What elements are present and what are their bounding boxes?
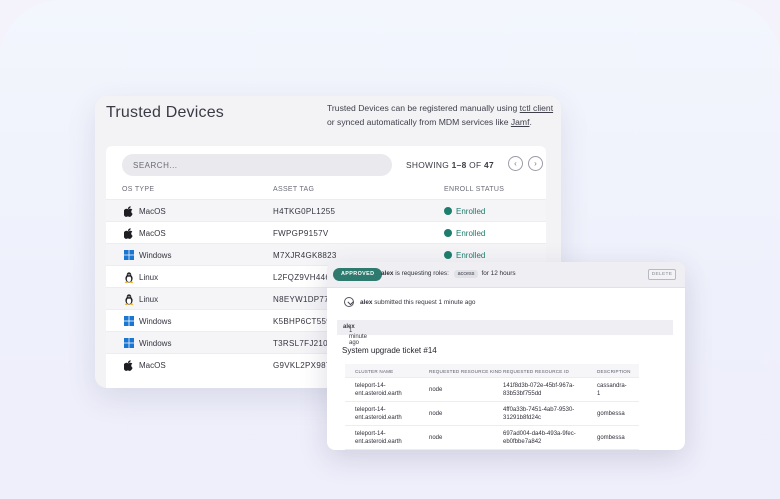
page-title: Trusted Devices	[106, 104, 224, 121]
resource-id: 697ad004-da4b-493a-9fec-eb0fbbe7a842	[503, 431, 576, 445]
os-name: MacOS	[139, 229, 166, 238]
cluster-name: teleport-14- ent.asteroid.earth	[355, 383, 402, 397]
submitted-line: alex submitted this request 1 minute ago	[360, 299, 475, 306]
search-input[interactable]: SEARCH...	[122, 154, 392, 176]
resources-table-body: teleport-14- ent.asteroid.earth node 141f8d…	[345, 378, 639, 450]
asset-tag: K5BHP6CT559	[273, 317, 331, 326]
table-row[interactable]: MacOS H4TKG0PL1255 Enrolled	[106, 199, 546, 221]
resource-kind: node	[429, 411, 443, 417]
asset-tag: N8EYW1DP77	[273, 295, 329, 304]
resource-description: cassandra- 1	[597, 383, 627, 397]
windows-icon	[124, 338, 134, 348]
table-row: teleport-14- ent.asteroid.earth node 141f8d…	[345, 378, 639, 402]
collapse-toggle[interactable]	[344, 297, 354, 307]
resources-table-header: CLUSTER NAME REQUESTED RESOURCE KIND REQ…	[345, 364, 639, 378]
enroll-status: Enrolled	[456, 229, 486, 238]
column-resource-id: REQUESTED RESOURCE ID	[503, 369, 569, 374]
column-description: DESCRIPTION	[597, 369, 631, 374]
chevron-left-icon: ‹	[514, 159, 517, 168]
asset-tag: L2FQZ9VH4463	[273, 273, 335, 282]
os-name: MacOS	[139, 207, 166, 216]
asset-tag: G9VKL2PX987	[273, 361, 331, 370]
request-summary: alex is requesting roles: access for 12 h…	[381, 270, 516, 278]
status-dot	[444, 251, 452, 259]
column-cluster-name: CLUSTER NAME	[355, 369, 394, 374]
requester-name: alex	[381, 270, 394, 277]
table-header: OS TYPE ASSET TAG ENROLL STATUS	[106, 181, 546, 199]
column-os-type[interactable]: OS TYPE	[122, 186, 154, 193]
chevron-down-icon	[346, 300, 354, 305]
resource-id: 4ff0a33b-7451-4ab7-9530- 31291b8fd24c	[503, 407, 575, 421]
windows-icon	[124, 316, 134, 326]
tctl-client-link[interactable]: tctl client	[520, 103, 553, 113]
apple-icon	[123, 206, 134, 217]
submitted-user: alex	[360, 299, 373, 306]
os-name: MacOS	[139, 361, 166, 370]
os-name: Linux	[139, 273, 159, 282]
os-name: Windows	[139, 317, 172, 326]
devices-description: Trusted Devices can be registered manual…	[327, 101, 555, 129]
column-resource-kind: REQUESTED RESOURCE KIND	[429, 369, 502, 374]
cluster-name: teleport-14- ent.asteroid.earth	[355, 431, 402, 445]
showing-total: 47	[484, 160, 494, 170]
cluster-name: teleport-14- ent.asteroid.earth	[355, 407, 402, 421]
resource-kind: node	[429, 435, 443, 441]
note-text: .	[529, 117, 532, 127]
status-dot	[444, 229, 452, 237]
request-header: APPROVED alex is requesting roles: acces…	[327, 262, 685, 288]
submitted-text: submitted this request 1 minute ago	[372, 299, 476, 306]
status-badge: APPROVED	[333, 268, 383, 281]
showing-range: 1–8	[451, 160, 467, 170]
resources-table: CLUSTER NAME REQUESTED RESOURCE KIND REQ…	[345, 364, 639, 450]
pagination-summary: SHOWING 1–8 OF 47	[406, 160, 494, 170]
resource-kind: node	[429, 387, 443, 393]
resource-description: gombessa	[597, 435, 625, 441]
showing-prefix: SHOWING	[406, 160, 452, 170]
next-page-button[interactable]: ›	[528, 156, 543, 171]
prev-page-button[interactable]: ‹	[508, 156, 523, 171]
asset-tag: H4TKG0PL1255	[273, 207, 336, 216]
enroll-status: Enrolled	[456, 251, 486, 260]
status-dot	[444, 207, 452, 215]
comment-meta: alex 1 minute ago	[343, 324, 367, 346]
os-name: Linux	[139, 295, 159, 304]
resource-description: gombessa	[597, 411, 625, 417]
chevron-right-icon: ›	[534, 159, 537, 168]
apple-icon	[123, 360, 134, 371]
os-name: Windows	[139, 339, 172, 348]
resource-id: 141f8d3b-072e-45bf-967a- 83b53bf755dd	[503, 383, 575, 397]
role-chip: access	[453, 270, 479, 278]
duration-text: for 12 hours	[481, 270, 516, 277]
table-row: teleport-14- ent.asteroid.earth node 697ad0…	[345, 426, 639, 450]
delete-button[interactable]: DELETE	[648, 269, 676, 280]
asset-tag: M7XJR4GK8823	[273, 251, 337, 260]
comment-header: alex 1 minute ago	[337, 320, 673, 346]
note-text: Trusted Devices can be registered manual…	[327, 103, 520, 113]
column-asset-tag[interactable]: ASSET TAG	[273, 186, 314, 193]
showing-of: OF	[466, 160, 485, 170]
jamf-link[interactable]: Jamf	[511, 117, 530, 127]
apple-icon	[123, 228, 134, 239]
note-text: or synced automatically from MDM service…	[327, 117, 511, 127]
comment-body: System upgrade ticket #14	[342, 346, 437, 355]
table-row: teleport-14- ent.asteroid.earth node 4ff0a3…	[345, 402, 639, 426]
os-name: Windows	[139, 251, 172, 260]
linux-icon	[124, 294, 134, 305]
enroll-status: Enrolled	[456, 207, 486, 216]
asset-tag: T3RSL7FJ2104	[273, 339, 333, 348]
linux-icon	[124, 272, 134, 283]
windows-icon	[124, 250, 134, 260]
access-request-panel: APPROVED alex is requesting roles: acces…	[327, 262, 685, 450]
comment-time: 1 minute ago	[349, 328, 368, 346]
asset-tag: FWPGP9157V	[273, 229, 329, 238]
requesting-text: is requesting roles:	[393, 270, 451, 277]
column-enroll-status[interactable]: ENROLL STATUS	[444, 186, 504, 193]
table-row[interactable]: MacOS FWPGP9157V Enrolled	[106, 221, 546, 243]
